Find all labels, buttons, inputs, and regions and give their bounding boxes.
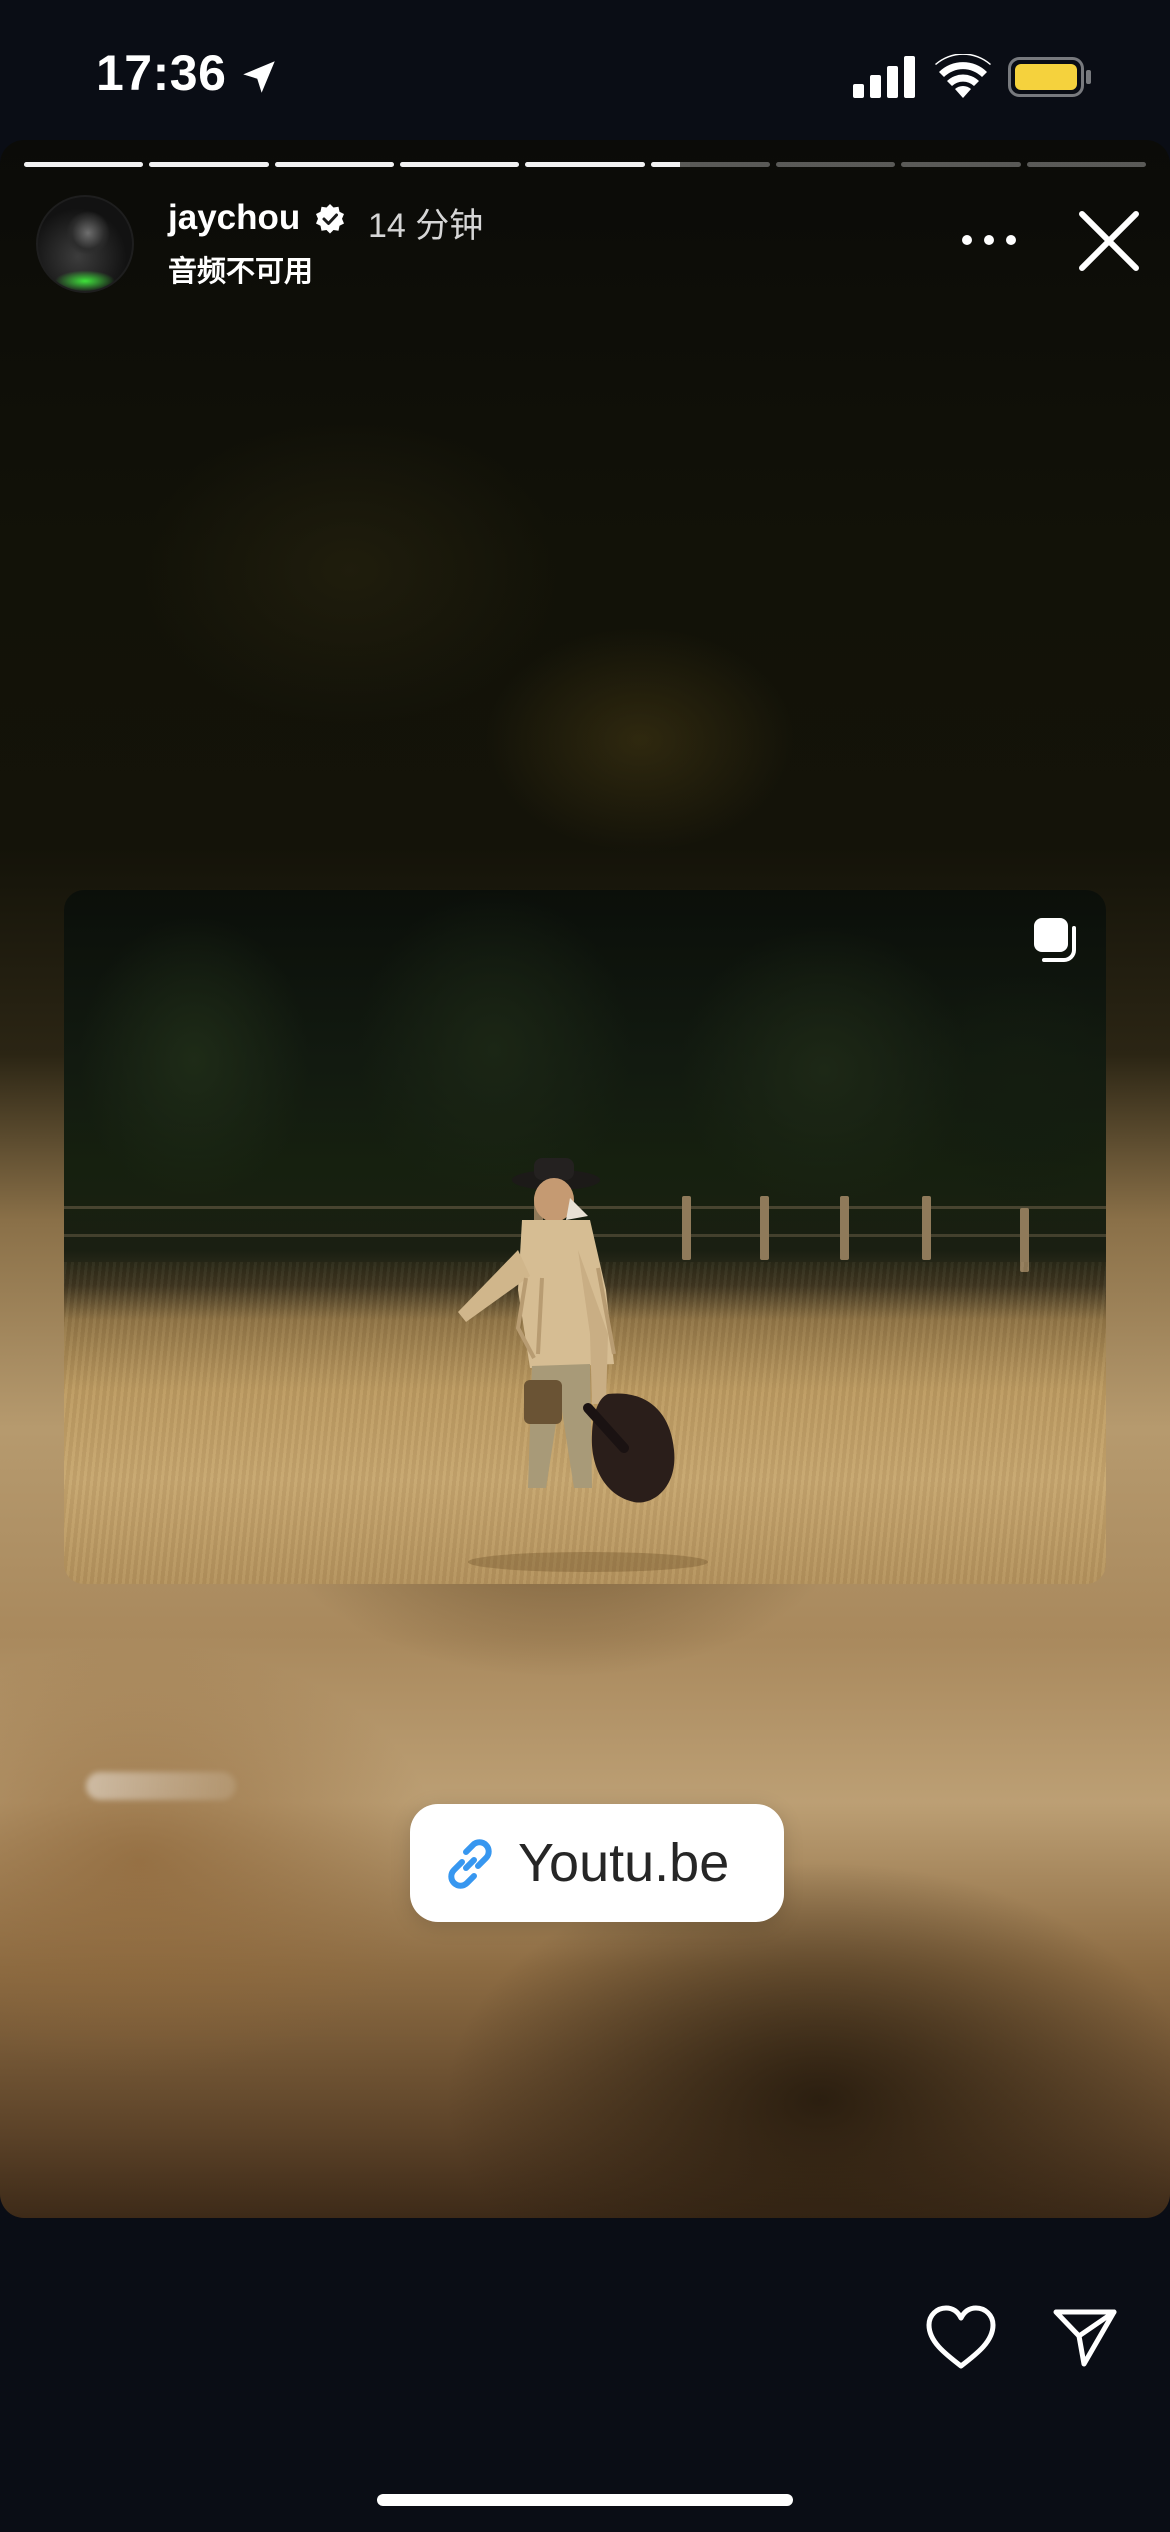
link-sticker[interactable]: Youtu.be (410, 1804, 784, 1922)
blurred-mention-sticker (86, 1772, 236, 1800)
shared-post-image[interactable] (64, 890, 1106, 1584)
multiple-photos-icon (1034, 918, 1076, 962)
audio-unavailable-label: 音频不可用 (168, 256, 314, 288)
status-time: 17:36 (96, 45, 227, 101)
story-progress-fill (650, 162, 681, 167)
location-arrow-icon (243, 61, 275, 93)
heart-icon[interactable] (924, 2303, 998, 2371)
story-time-ago: 14 分钟 (368, 207, 484, 245)
story-progress-segment (650, 162, 770, 167)
story-progress-fill (525, 162, 645, 167)
story-progress-fill (274, 162, 394, 167)
story-progress-segment (1026, 162, 1146, 167)
home-indicator[interactable] (377, 2494, 793, 2506)
send-icon[interactable] (1052, 2306, 1118, 2368)
cellular-signal-icon (853, 56, 915, 98)
story-progress-segment (149, 162, 269, 167)
story-progress-fill (149, 162, 269, 167)
story-progress-fill (400, 162, 520, 167)
battery-icon (1008, 57, 1091, 97)
story-progress-segment (901, 162, 1021, 167)
fence-post (922, 1196, 931, 1260)
wifi-icon (935, 54, 991, 98)
story-progress-fill (24, 162, 144, 167)
story-progress-segment (776, 162, 896, 167)
fence-post (840, 1196, 849, 1260)
story-viewer[interactable]: jaychou 14 分钟 音频不可用 Youtu.be (0, 140, 1170, 2218)
story-progress-segment (525, 162, 645, 167)
link-sticker-label: Youtu.be (518, 1833, 730, 1893)
username[interactable]: jaychou (168, 198, 300, 238)
story-progress-segment (400, 162, 520, 167)
status-bar: 17:36 (0, 0, 1170, 150)
story-progress-segment (274, 162, 394, 167)
close-icon[interactable] (1074, 206, 1144, 276)
verified-badge-icon (316, 204, 344, 234)
more-options-icon[interactable] (958, 220, 1020, 260)
story-progress-segment (24, 162, 144, 167)
avatar[interactable] (36, 195, 134, 293)
cowboy-with-guitar-figure (458, 1158, 708, 1572)
link-icon (448, 1839, 492, 1889)
